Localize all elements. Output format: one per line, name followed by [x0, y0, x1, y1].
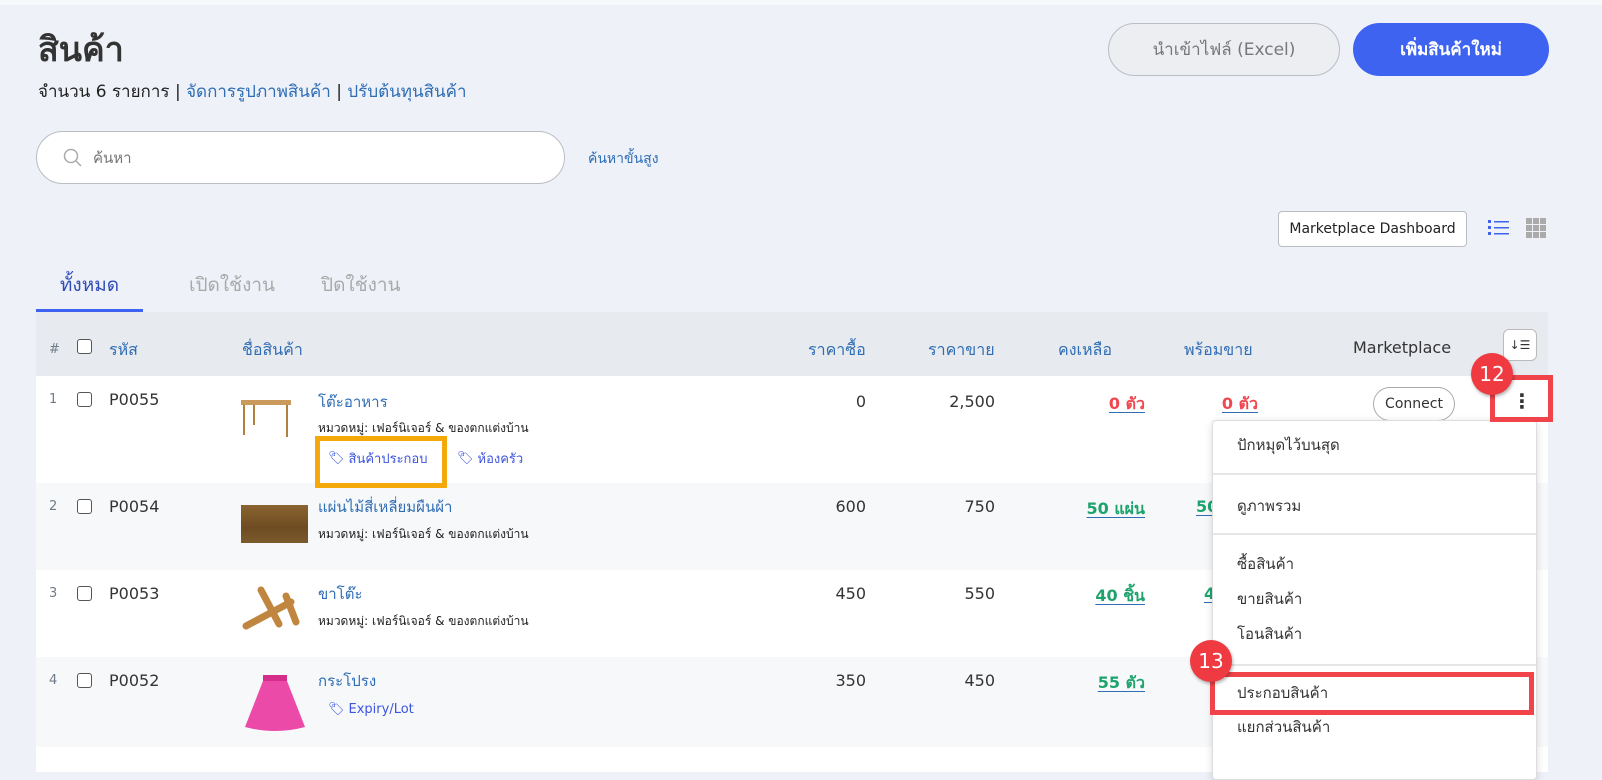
row-actions-menu: ปักหมุดไว้บนสุด ดูภาพรวม ซื้อสินค้า ขายส…	[1212, 420, 1537, 780]
product-code: P0053	[109, 584, 160, 603]
menu-item-sell[interactable]: ขายสินค้า	[1237, 587, 1302, 611]
grid-icon[interactable]	[1526, 218, 1546, 238]
tag-icon: 🏷︎	[328, 702, 345, 717]
item-count: จำนวน 6 รายการ	[38, 82, 170, 102]
search-input[interactable]	[93, 148, 513, 167]
product-name-link[interactable]: แผ่นไม้สี่เหลี่ยมผืนผ้า	[318, 495, 452, 519]
remaining-stock-link[interactable]: 55 ตัว	[1098, 671, 1145, 696]
buy-price: 0	[855, 392, 866, 411]
remaining-stock-link[interactable]: 0 ตัว	[1109, 392, 1145, 417]
row-checkbox[interactable]	[77, 586, 92, 601]
manage-images-link[interactable]: จัดการรูปภาพสินค้า	[186, 82, 331, 102]
search-box[interactable]	[36, 131, 565, 184]
tag-label: Expiry/Lot	[348, 702, 414, 717]
product-category: หมวดหมู่: เฟอร์นิเจอร์ & ของตกแต่งบ้าน	[318, 527, 529, 541]
menu-item-disassemble[interactable]: แยกส่วนสินค้า	[1237, 715, 1330, 739]
separator: |	[174, 82, 181, 102]
top-band	[0, 0, 1602, 5]
tag-label: ห้องครัว	[477, 452, 524, 467]
tab-inactive[interactable]: ปิดใช้งาน	[321, 262, 401, 312]
product-image-skirt	[245, 675, 305, 731]
column-settings-button[interactable]: ↓☰	[1503, 329, 1537, 361]
menu-divider	[1213, 473, 1536, 475]
col-marketplace: Marketplace	[1353, 338, 1452, 357]
step-badge-13: 13	[1190, 640, 1232, 682]
product-code: P0055	[109, 390, 160, 409]
remaining-stock-link[interactable]: 50 แผ่น	[1087, 497, 1145, 522]
row-checkbox[interactable]	[77, 673, 92, 688]
menu-divider	[1213, 533, 1536, 535]
col-code[interactable]: รหัส	[109, 338, 138, 363]
ready-stock-link[interactable]: 0 ตัว	[1222, 392, 1258, 417]
product-name-link[interactable]: กระโปรง	[318, 669, 376, 693]
buy-price: 450	[835, 584, 866, 603]
tag-expiry-lot[interactable]: 🏷︎ Expiry/Lot	[328, 702, 414, 717]
remaining-stock-link[interactable]: 40 ชิ้น	[1095, 584, 1145, 609]
advanced-search-link[interactable]: ค้นหาขั้นสูง	[588, 148, 659, 170]
highlight-assembled-tag	[315, 436, 447, 488]
step-badge-12: 12	[1471, 353, 1513, 395]
menu-item-buy[interactable]: ซื้อสินค้า	[1237, 552, 1294, 576]
subtitle: จำนวน 6 รายการ | จัดการรูปภาพสินค้า | ปร…	[38, 78, 467, 105]
separator: |	[336, 82, 342, 102]
col-index: #	[49, 342, 60, 357]
connect-button[interactable]: Connect	[1373, 387, 1455, 421]
status-tabs: ทั้งหมด เปิดใช้งาน ปิดใช้งาน	[36, 262, 447, 312]
product-category: หมวดหมู่: เฟอร์นิเจอร์ & ของตกแต่งบ้าน	[318, 614, 529, 628]
product-image-table	[241, 400, 291, 437]
product-image-board	[241, 505, 308, 543]
product-code: P0054	[109, 497, 160, 516]
highlight-assemble-item	[1210, 672, 1534, 715]
menu-item-pin-top[interactable]: ปักหมุดไว้บนสุด	[1237, 433, 1340, 457]
sell-price: 750	[964, 497, 995, 516]
tag-icon: 🏷︎	[457, 451, 474, 466]
product-image-table-legs	[242, 586, 300, 630]
row-index: 2	[49, 499, 58, 514]
col-ready[interactable]: พร้อมขาย	[1184, 338, 1253, 363]
sell-price: 550	[964, 584, 995, 603]
search-icon	[63, 148, 82, 167]
col-remaining[interactable]: คงเหลือ	[1058, 338, 1112, 363]
row-index: 4	[49, 673, 58, 688]
add-product-button[interactable]: เพิ่มสินค้าใหม่	[1353, 23, 1549, 76]
table-header: # รหัส ชื่อสินค้า ราคาซื้อ ราคาขาย คงเหล…	[36, 312, 1548, 376]
sell-price: 450	[964, 671, 995, 690]
col-sell-price[interactable]: ราคาขาย	[928, 338, 995, 363]
col-name[interactable]: ชื่อสินค้า	[242, 338, 303, 363]
list-icon[interactable]	[1488, 218, 1510, 238]
product-code: P0052	[109, 671, 160, 690]
col-buy-price[interactable]: ราคาซื้อ	[808, 338, 866, 363]
product-name-link[interactable]: ขาโต๊ะ	[318, 582, 363, 606]
row-checkbox[interactable]	[77, 392, 92, 407]
menu-item-overview[interactable]: ดูภาพรวม	[1237, 494, 1301, 518]
buy-price: 350	[835, 671, 866, 690]
tab-all[interactable]: ทั้งหมด	[36, 262, 143, 312]
adjust-cost-link[interactable]: ปรับต้นทุนสินค้า	[347, 82, 466, 102]
row-checkbox[interactable]	[77, 499, 92, 514]
buy-price: 600	[835, 497, 866, 516]
product-name-link[interactable]: โต๊ะอาหาร	[318, 390, 388, 414]
import-excel-button[interactable]: นำเข้าไฟล์ (Excel)	[1108, 23, 1340, 76]
marketplace-dashboard-button[interactable]: Marketplace Dashboard	[1278, 211, 1467, 247]
row-index: 3	[49, 586, 58, 601]
tag-kitchen[interactable]: 🏷︎ ห้องครัว	[457, 448, 523, 469]
menu-divider	[1213, 664, 1536, 666]
page-title: สินค้า	[38, 30, 124, 70]
row-index: 1	[49, 392, 58, 407]
sell-price: 2,500	[949, 392, 995, 411]
select-all-checkbox[interactable]	[77, 339, 92, 354]
menu-item-transfer[interactable]: โอนสินค้า	[1237, 622, 1302, 646]
sort-clear-icon: ↓☰	[1509, 338, 1531, 352]
tab-active[interactable]: เปิดใช้งาน	[189, 262, 275, 312]
